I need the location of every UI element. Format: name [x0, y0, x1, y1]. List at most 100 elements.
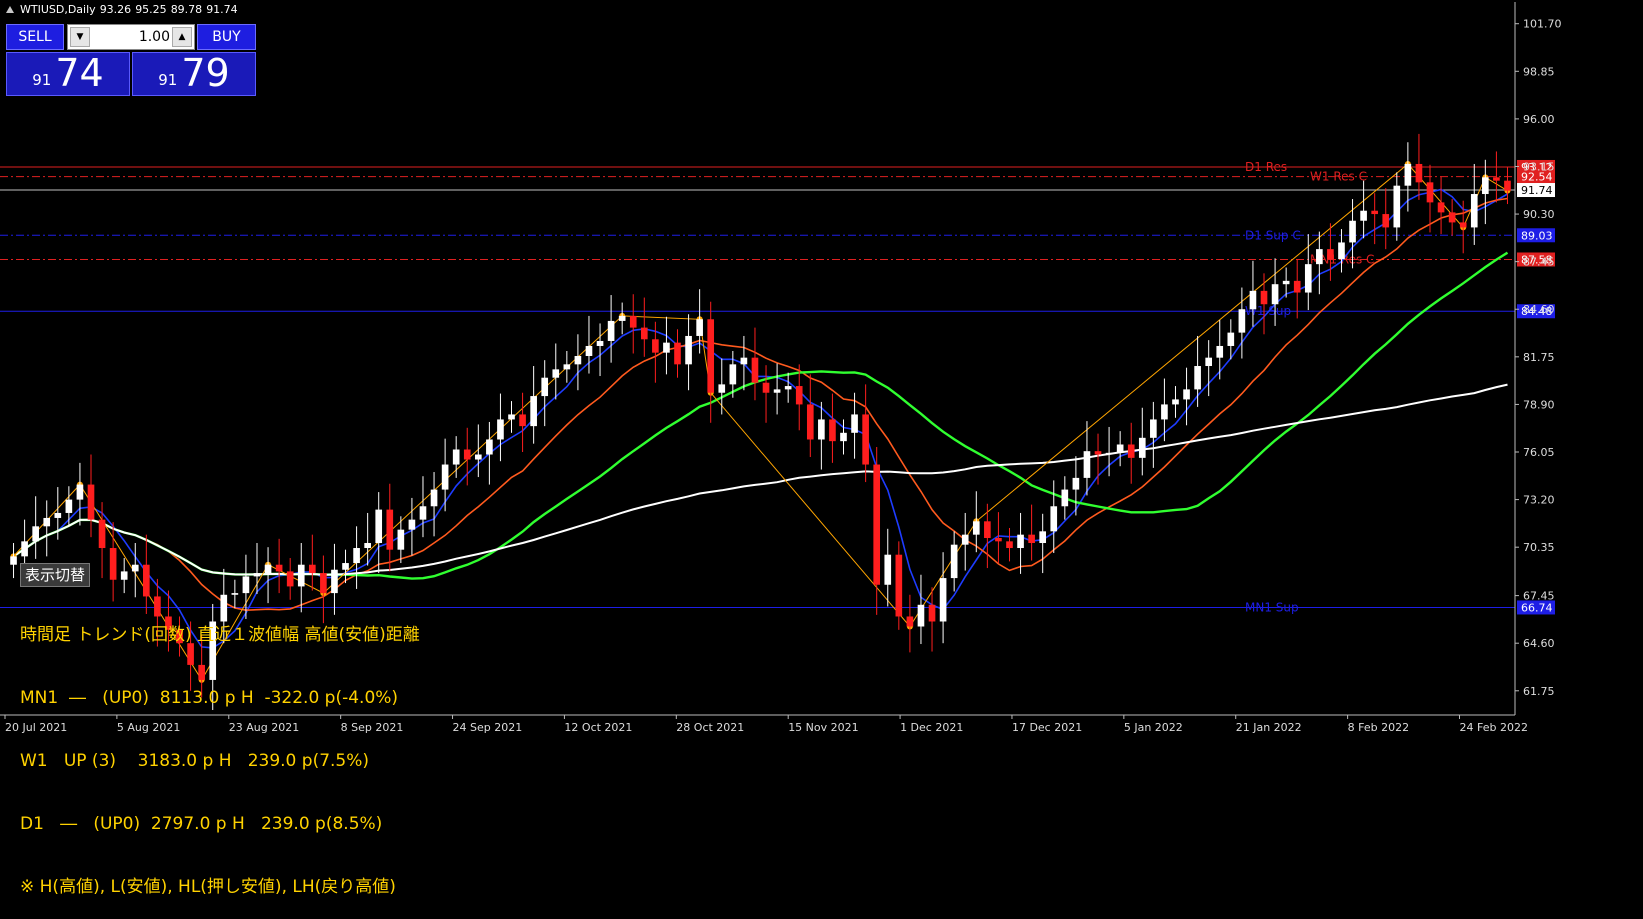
candle-body: [972, 521, 980, 535]
symbol-label: WTIUSD,Daily: [20, 3, 96, 16]
lot-decrease-icon[interactable]: ▼: [70, 27, 90, 47]
candle-body: [474, 454, 482, 460]
price-tick-label: 101.70: [1523, 18, 1562, 31]
candle-body: [1404, 163, 1412, 186]
candle-body: [663, 342, 670, 353]
ask-price[interactable]: 91 79: [132, 51, 256, 96]
candle-body: [408, 519, 416, 530]
candle-body: [707, 319, 715, 393]
candle-body: [519, 414, 526, 427]
price-tick-label: 64.60: [1523, 637, 1555, 650]
candle-body: [76, 484, 84, 500]
candle-body: [873, 464, 881, 585]
candle-body: [441, 464, 449, 490]
candle-body: [1304, 264, 1312, 293]
candle-body: [10, 556, 17, 565]
candle-body: [131, 564, 139, 572]
candle-body: [430, 489, 438, 507]
lot-size-value[interactable]: 1.00: [92, 29, 170, 45]
candle-body: [253, 573, 261, 577]
candle-body: [618, 315, 626, 321]
candle-body: [1039, 531, 1047, 544]
candle-body: [463, 449, 471, 460]
candle-body: [1448, 212, 1456, 223]
candle-body: [862, 414, 869, 465]
price-tick-label: 93.15: [1523, 160, 1555, 173]
candle-body: [1094, 451, 1102, 455]
candle-body: [1105, 452, 1113, 455]
candle-body: [1172, 399, 1179, 405]
candle-body: [1216, 345, 1224, 358]
level-label: W1 Res C: [1310, 170, 1367, 184]
candle-body: [895, 554, 903, 617]
candle-body: [640, 327, 648, 340]
candle-body: [1138, 437, 1146, 458]
date-tick-label: 24 Feb 2022: [1460, 721, 1528, 734]
ask-digits: 79: [181, 51, 230, 95]
candle-body: [884, 554, 892, 585]
candle-body: [563, 364, 571, 370]
candle-body: [552, 369, 560, 378]
candle-body: [1282, 280, 1290, 285]
bid-price[interactable]: 91 74: [6, 51, 130, 96]
ohlc-low: 89.78: [170, 3, 203, 16]
one-click-trade-panel: SELL ▼ 1.00 ▲ BUY 91 74 91 79: [6, 24, 256, 96]
price-tick-label: 96.00: [1523, 113, 1555, 126]
candle-body: [718, 384, 726, 393]
chart-title: WTIUSD,Daily 93.26 95.25 89.78 91.74: [6, 3, 238, 16]
candle-body: [1260, 290, 1268, 305]
buy-button[interactable]: BUY: [197, 24, 256, 50]
price-tick-label: 78.90: [1523, 398, 1555, 411]
candle-body: [928, 604, 936, 622]
trend-info-panel: 時間足 トレンド(回数) 直近１波値幅 高値(安値)距離 MN1 ― (UP0)…: [20, 583, 420, 919]
candle-body: [917, 604, 925, 627]
candle-body: [984, 521, 991, 539]
info-line-mn1: MN1 ― (UP0) 8113.0 p H -322.0 p(-4.0%): [20, 688, 399, 708]
candle-body: [685, 335, 692, 365]
candle-body: [906, 616, 914, 627]
candle-body: [1316, 249, 1323, 265]
date-tick-label: 15 Nov 2021: [788, 721, 858, 734]
candle-body: [397, 529, 405, 550]
candle-body: [309, 564, 316, 574]
candle-body: [1271, 284, 1279, 305]
candle-body: [818, 419, 825, 440]
candle-body: [541, 377, 549, 397]
candle-body: [607, 320, 615, 341]
candle-body: [1127, 444, 1135, 458]
candle-body: [109, 548, 117, 580]
candle-body: [87, 484, 95, 520]
candle-body: [729, 364, 737, 385]
candle-body: [65, 499, 73, 513]
candle-body: [375, 509, 383, 544]
candle-body: [1393, 185, 1401, 228]
candle-body: [486, 439, 493, 455]
price-tick-label: 87.45: [1523, 256, 1555, 269]
candle-body: [1338, 242, 1345, 260]
price-tick-label: 81.75: [1523, 351, 1555, 364]
candle-body: [1161, 404, 1168, 420]
candle-body: [851, 414, 858, 433]
candle-body: [98, 519, 106, 549]
level-tag-label: 89.03: [1521, 229, 1553, 242]
candle-body: [1437, 202, 1445, 213]
candle-body: [43, 517, 51, 527]
candle-body: [696, 319, 703, 336]
lot-size-field[interactable]: ▼ 1.00 ▲: [67, 24, 195, 50]
price-tick-label: 73.20: [1523, 494, 1555, 507]
candle-body: [419, 506, 427, 520]
price-tick-label: 98.85: [1523, 65, 1555, 78]
candle-body: [342, 563, 349, 570]
sell-button[interactable]: SELL: [6, 24, 64, 50]
candle-body: [54, 512, 62, 518]
candle-body: [585, 345, 593, 356]
candle-body: [1249, 290, 1257, 310]
date-tick-label: 12 Oct 2021: [564, 721, 632, 734]
candle-body: [275, 564, 283, 572]
lot-increase-icon[interactable]: ▲: [172, 27, 192, 47]
candle-body: [497, 419, 504, 440]
level-label: MN1 Sup: [1245, 600, 1299, 614]
candle-body: [674, 342, 681, 365]
candle-body: [939, 578, 947, 622]
price-tick-label: 90.30: [1523, 208, 1555, 221]
